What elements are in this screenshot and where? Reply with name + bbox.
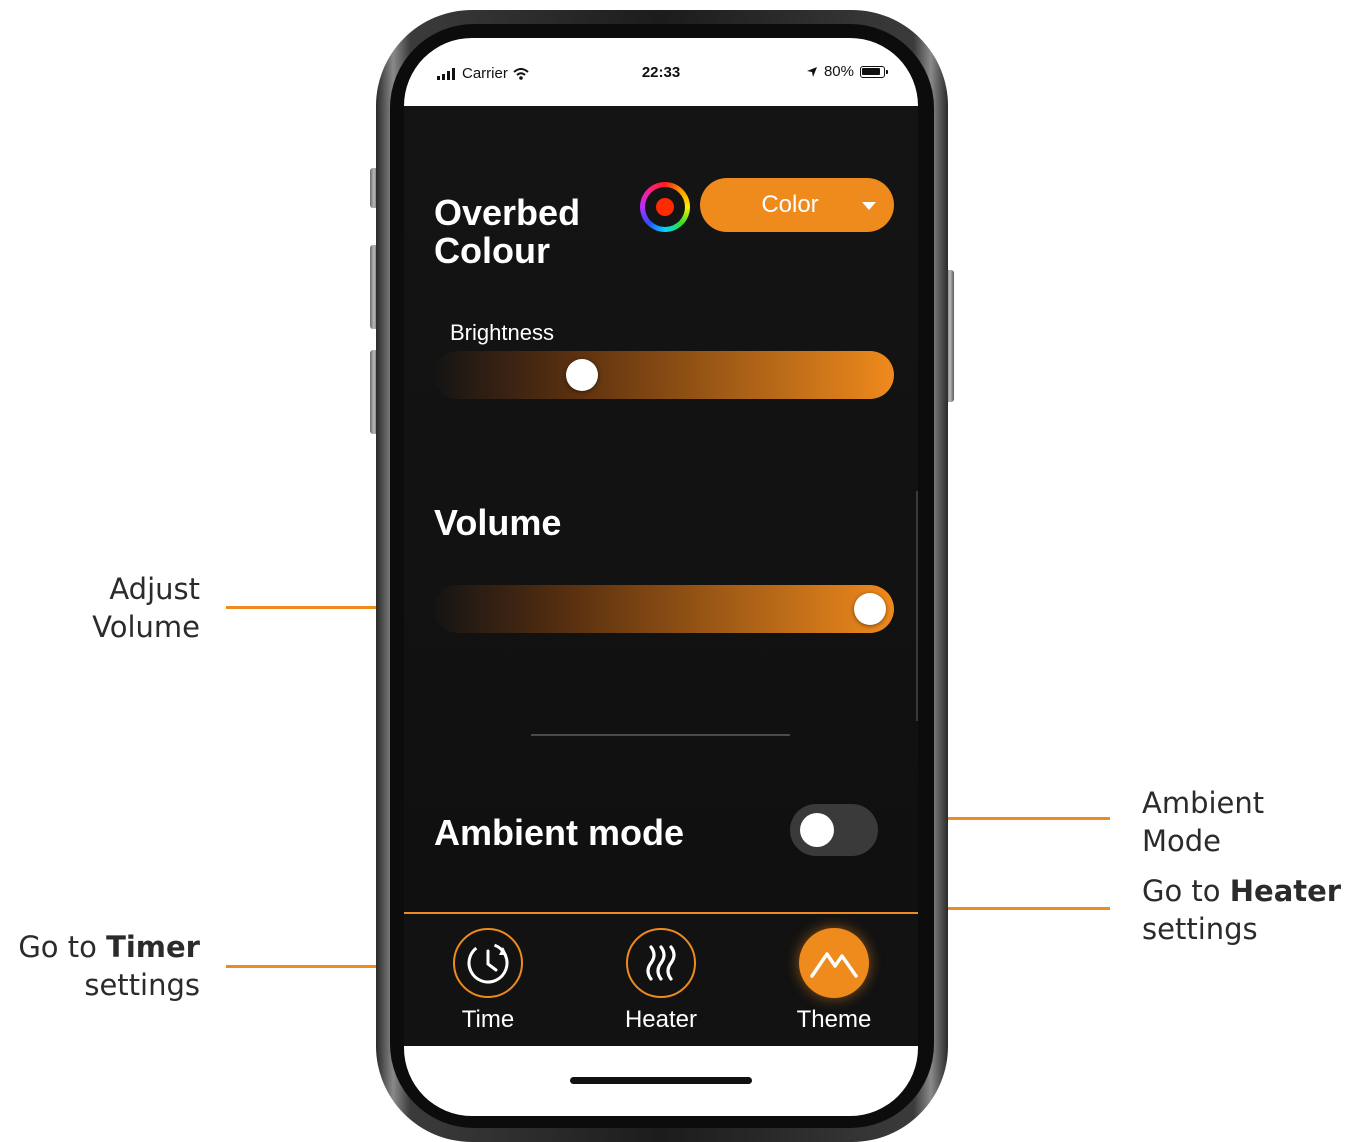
callout-timer-bold: Timer	[106, 930, 200, 964]
color-mode-value: Color	[761, 191, 819, 218]
status-bar: Carrier 22:33 80%	[404, 38, 918, 106]
ambient-mode-toggle[interactable]	[790, 804, 878, 856]
caret-down-icon	[862, 202, 876, 210]
volume-title: Volume	[434, 502, 562, 543]
location-arrow-icon	[806, 66, 817, 77]
tab-heater[interactable]: Heater	[601, 928, 721, 1034]
callout-heater-settings: Go to Heater settings	[1142, 872, 1362, 948]
brightness-label: Brightness	[450, 320, 554, 345]
callout-timer-prefix: Go to	[18, 930, 107, 964]
brightness-slider-thumb[interactable]	[565, 359, 598, 391]
callout-timer-line2: settings	[84, 968, 200, 1002]
callout-ambient-mode: Ambient Mode	[1142, 784, 1342, 860]
ambient-mode-title: Ambient mode	[434, 812, 685, 853]
callout-timer-settings: Go to Timer settings	[0, 928, 200, 1004]
bottom-tab-bar: Time Heater Theme	[404, 912, 918, 1046]
callout-ambient-line2: Mode	[1142, 824, 1222, 858]
tab-theme-label: Theme	[796, 1006, 872, 1033]
volume-slider[interactable]	[434, 585, 894, 633]
callout-adjust-volume-line1: Adjust	[109, 572, 200, 606]
tab-theme-button[interactable]	[799, 928, 869, 998]
tab-heater-button[interactable]	[626, 928, 696, 998]
theme-mountain-icon	[810, 952, 858, 978]
timer-icon	[467, 942, 509, 984]
overbed-title-line1: Overbed	[434, 192, 581, 233]
callout-adjust-volume-line2: Volume	[92, 610, 200, 644]
overbed-colour-title: Overbed Colour	[434, 194, 634, 270]
battery-icon	[860, 65, 888, 78]
color-mode-dropdown[interactable]: Color	[700, 178, 894, 232]
brightness-slider[interactable]	[434, 351, 894, 399]
battery-percent: 80%	[823, 63, 854, 80]
section-divider	[531, 734, 790, 736]
home-indicator-area	[404, 1046, 918, 1116]
callout-heater-bold: Heater	[1229, 874, 1342, 908]
overbed-title-line2: Colour	[434, 230, 550, 271]
phone-screen: Carrier 22:33 80% Overbed Colour Color B…	[404, 38, 918, 1116]
settings-panel: Overbed Colour Color Brightness Volume A…	[404, 106, 918, 912]
callout-adjust-volume: Adjust Volume	[40, 570, 200, 646]
tab-time-label: Time	[461, 1006, 515, 1033]
tab-theme[interactable]: Theme	[774, 928, 894, 1034]
callout-ambient-line1: Ambient	[1142, 786, 1265, 820]
scroll-indicator	[916, 491, 918, 721]
tab-heater-label: Heater	[624, 1006, 698, 1033]
volume-slider-thumb[interactable]	[854, 593, 886, 625]
callout-heater-prefix: Go to	[1142, 874, 1230, 908]
ambient-mode-toggle-knob	[800, 813, 834, 847]
tab-time-button[interactable]	[453, 928, 523, 998]
heater-icon	[646, 945, 676, 981]
color-wheel-icon[interactable]	[640, 182, 690, 232]
tab-time[interactable]: Time	[428, 928, 548, 1034]
home-indicator[interactable]	[570, 1077, 752, 1084]
status-right: 80%	[806, 63, 888, 80]
callout-heater-line2: settings	[1142, 912, 1258, 946]
